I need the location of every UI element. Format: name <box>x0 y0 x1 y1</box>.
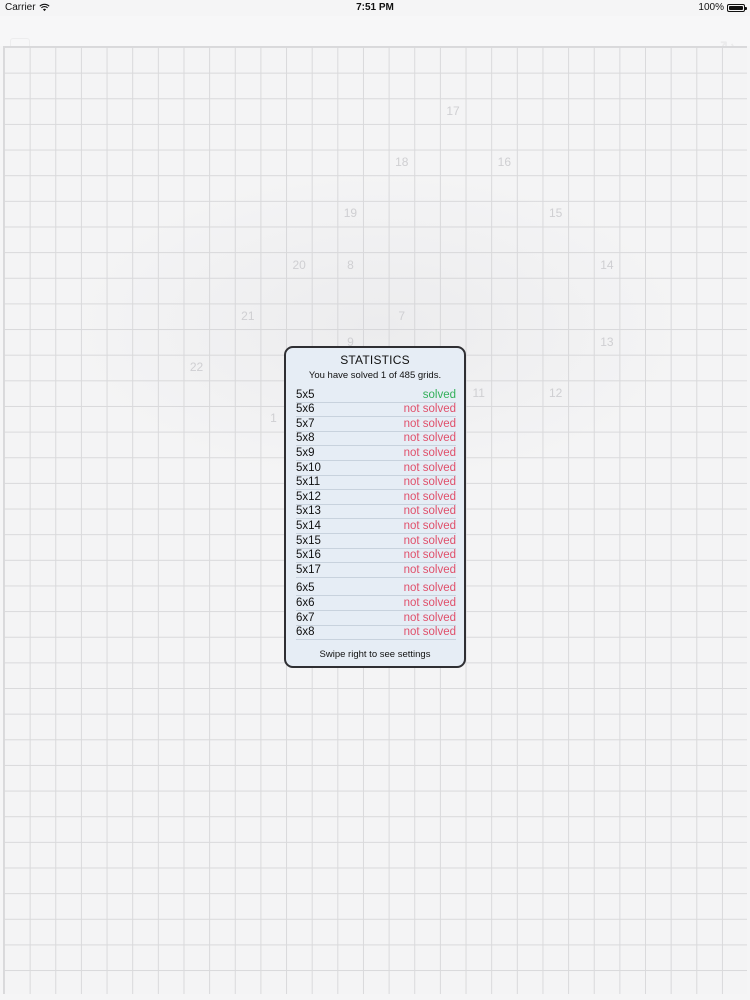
stat-row[interactable]: 6x8 not solved <box>296 626 456 640</box>
stat-status: not solved <box>403 417 456 430</box>
statistics-panel: STATISTICS You have solved 1 of 485 grid… <box>284 346 466 668</box>
stat-grid-size: 5x7 <box>296 417 315 430</box>
stat-row[interactable]: 6x5 not solved <box>296 582 456 597</box>
stat-row[interactable]: 6x7 not solved <box>296 611 456 626</box>
grid-number: 1 <box>270 411 277 426</box>
toolbar: ↻ <box>0 16 750 60</box>
stat-grid-size: 5x17 <box>296 563 321 576</box>
stat-row[interactable]: 5x7 not solved <box>296 417 456 432</box>
stat-grid-size: 6x7 <box>296 611 315 624</box>
stat-status: not solved <box>403 476 456 489</box>
stat-row[interactable]: 5x12 not solved <box>296 490 456 505</box>
stat-row[interactable]: 5x16 not solved <box>296 549 456 564</box>
stat-status: not solved <box>403 582 456 595</box>
stat-status: not solved <box>403 626 456 639</box>
stat-grid-size: 6x5 <box>296 582 315 595</box>
stat-grid-size: 5x13 <box>296 505 321 518</box>
grid-number: 15 <box>548 206 563 221</box>
stat-status: not solved <box>403 596 456 609</box>
stat-status: not solved <box>403 461 456 474</box>
stat-grid-size: 5x15 <box>296 534 321 547</box>
clock: 7:51 PM <box>356 2 394 13</box>
stat-row[interactable]: 5x8 not solved <box>296 432 456 447</box>
battery-info: 100% <box>698 2 747 13</box>
stat-grid-size: 6x6 <box>296 596 315 609</box>
grid-number: 21 <box>241 308 255 323</box>
stat-row[interactable]: 5x17 not solved <box>296 563 456 578</box>
stat-grid-size: 5x10 <box>296 461 321 474</box>
stats-list[interactable]: 5x5 solved 5x6 not solved 5x7 not solved 5x8 no… <box>296 388 456 640</box>
grid-number: 8 <box>347 257 354 272</box>
stat-grid-size: 5x14 <box>296 519 321 532</box>
stat-grid-size: 5x8 <box>296 432 315 445</box>
stat-row[interactable]: 5x9 not solved <box>296 446 456 461</box>
panel-subtitle: You have solved 1 of 485 grids. <box>308 370 442 381</box>
stat-status: not solved <box>403 490 456 503</box>
stat-status: not solved <box>403 534 456 547</box>
grid-number: 7 <box>398 308 406 323</box>
grid-number: 18 <box>395 154 409 169</box>
stat-row[interactable]: 5x10 not solved <box>296 461 456 476</box>
stat-status: not solved <box>403 446 456 459</box>
stat-status: not solved <box>403 432 456 445</box>
stat-row[interactable]: 5x13 not solved <box>296 505 456 520</box>
stat-status: not solved <box>403 403 456 416</box>
stat-row[interactable]: 5x5 solved <box>296 388 456 403</box>
stat-grid-size: 5x6 <box>296 403 315 416</box>
stat-row[interactable]: 5x15 not solved <box>296 534 456 549</box>
stat-status: not solved <box>403 611 456 624</box>
stat-grid-size: 6x8 <box>296 626 315 639</box>
stat-status: solved <box>422 388 456 401</box>
panel-footer: Swipe right to see settings <box>319 649 431 660</box>
stat-status: not solved <box>403 505 456 518</box>
panel-title: STATISTICS <box>340 353 410 367</box>
grid-number: 17 <box>446 103 460 118</box>
status-bar: Carrier 7:51 PM 100% <box>0 0 750 16</box>
stat-row[interactable]: 5x11 not solved <box>296 476 456 491</box>
stat-row[interactable]: 5x14 not solved <box>296 519 456 534</box>
stat-row[interactable]: 5x6 not solved <box>296 403 456 418</box>
stat-grid-size: 5x16 <box>296 549 321 562</box>
grid-number: 13 <box>600 334 614 349</box>
stat-grid-size: 5x9 <box>296 446 315 459</box>
grid-number: 12 <box>548 385 563 400</box>
battery-icon <box>727 3 747 12</box>
grid-number: 16 <box>497 154 512 169</box>
grid-number: 11 <box>472 385 485 400</box>
grid-number: 22 <box>189 360 204 375</box>
stat-grid-size: 5x12 <box>296 490 321 503</box>
stat-grid-size: 5x11 <box>296 476 321 489</box>
stat-status: not solved <box>403 519 456 532</box>
stat-grid-size: 5x5 <box>296 388 315 401</box>
stat-status: not solved <box>403 549 456 562</box>
stat-status: not solved <box>403 563 456 576</box>
grid-number: 19 <box>343 206 358 221</box>
stat-row[interactable]: 6x6 not solved <box>296 596 456 611</box>
grid-number: 20 <box>292 257 306 272</box>
grid-number: 14 <box>600 257 614 272</box>
battery-percent: 100% <box>698 2 724 13</box>
